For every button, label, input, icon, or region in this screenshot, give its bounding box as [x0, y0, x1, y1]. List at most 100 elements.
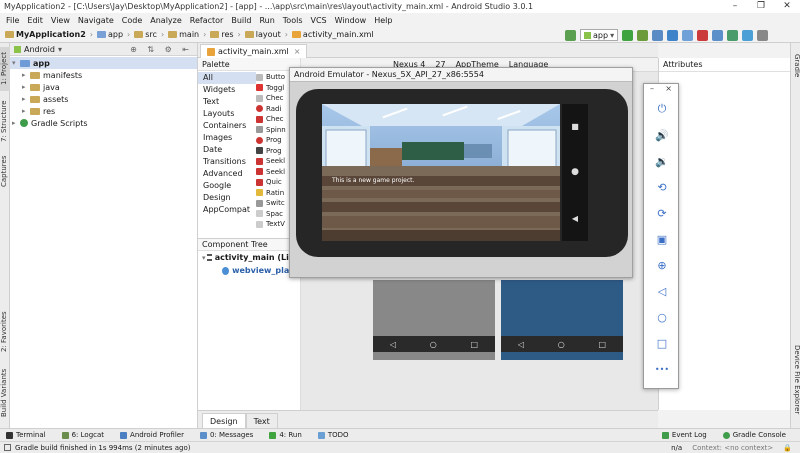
menu-tools[interactable]: Tools — [279, 16, 307, 25]
palette-category[interactable]: Google — [198, 180, 256, 192]
minimize-button[interactable]: – — [722, 0, 748, 13]
minimize-icon[interactable]: – — [650, 84, 654, 96]
home-icon[interactable]: ○ — [644, 304, 680, 330]
rotate-left-icon[interactable]: ⟲ — [644, 174, 680, 200]
palette-category[interactable]: Transitions — [198, 156, 256, 168]
breadcrumb-project[interactable]: MyApplication2 — [2, 30, 89, 39]
project-view-selector[interactable]: Android ▾ ⊕ ⇅ ⚙ ⇤ — [10, 43, 197, 56]
overview-icon[interactable]: ■ — [571, 122, 579, 131]
breadcrumb-layout[interactable]: layout — [242, 30, 284, 39]
menu-analyze[interactable]: Analyze — [146, 16, 186, 25]
run-config-select[interactable]: app ▾ — [580, 29, 619, 41]
menu-help[interactable]: Help — [370, 16, 396, 25]
run-tab[interactable]: 4: Run — [269, 431, 302, 439]
avd-manager-icon[interactable] — [727, 29, 739, 41]
debug-icon[interactable] — [637, 29, 649, 41]
menu-window[interactable]: Window — [331, 16, 371, 25]
tab-gradle[interactable]: Gradle — [791, 49, 800, 83]
palette-category[interactable]: Text — [198, 96, 256, 108]
palette-category[interactable]: Widgets — [198, 84, 256, 96]
palette-category[interactable]: Containers — [198, 120, 256, 132]
tab-build-variants[interactable]: Build Variants — [0, 365, 10, 421]
make-project-icon[interactable] — [565, 29, 576, 41]
tab-project[interactable]: 1: Project — [0, 47, 10, 91]
close-button[interactable]: ✕ — [774, 0, 800, 13]
tab-favorites[interactable]: 2: Favorites — [0, 309, 10, 355]
sdk-manager-icon[interactable] — [742, 29, 754, 41]
back-icon[interactable]: ◀ — [572, 214, 578, 223]
menu-navigate[interactable]: Navigate — [74, 16, 118, 25]
breadcrumb-src[interactable]: src — [131, 30, 160, 39]
menu-vcs[interactable]: VCS — [307, 16, 331, 25]
component-tree-webview[interactable]: webview_playg — [198, 264, 300, 277]
tab-captures[interactable]: Captures — [0, 153, 10, 189]
back-icon[interactable]: ◁ — [644, 278, 680, 304]
maximize-button[interactable]: ❐ — [748, 0, 774, 13]
terminal-tab[interactable]: Terminal — [6, 431, 46, 439]
menu-run[interactable]: Run — [255, 16, 278, 25]
more-icon[interactable]: ••• — [644, 356, 680, 382]
menu-edit[interactable]: Edit — [23, 16, 47, 25]
tab-structure[interactable]: 7: Structure — [0, 99, 10, 143]
chevron-right-icon: ▸ — [12, 119, 16, 127]
palette-category[interactable]: All — [198, 72, 256, 84]
sync-gradle-icon[interactable] — [712, 29, 724, 41]
palette-category[interactable]: Images — [198, 132, 256, 144]
close-icon[interactable]: × — [665, 84, 672, 96]
palette-category[interactable]: Design — [198, 192, 256, 204]
menu-code[interactable]: Code — [118, 16, 146, 25]
event-log-tab[interactable]: Event Log — [661, 431, 707, 439]
tab-device-file-explorer[interactable]: Device File Explorer — [791, 339, 800, 421]
palette-category[interactable]: AppCompat — [198, 204, 256, 216]
gradle-console-tab[interactable]: Gradle Console — [722, 431, 786, 439]
volume-down-icon[interactable]: 🔉 — [644, 148, 680, 174]
messages-tab[interactable]: 0: Messages — [199, 431, 253, 439]
emulator-window[interactable]: Android Emulator - Nexus_5X_API_27_x86:5… — [289, 67, 633, 278]
tab-text[interactable]: Text — [245, 413, 278, 428]
tab-design[interactable]: Design — [202, 413, 246, 428]
search-icon[interactable] — [757, 29, 769, 41]
menu-view[interactable]: View — [47, 16, 74, 25]
zoom-icon[interactable]: ⊕ — [644, 252, 680, 278]
logcat-tab[interactable]: 6: Logcat — [61, 431, 104, 439]
component-tree-root[interactable]: ▾ activity_main (Line — [198, 251, 300, 264]
run-icon[interactable] — [622, 29, 634, 41]
attach-debugger-icon[interactable] — [682, 29, 694, 41]
palette-category[interactable]: Layouts — [198, 108, 256, 120]
breadcrumb-file[interactable]: activity_main.xml — [289, 30, 377, 39]
profiler-tab[interactable]: Android Profiler — [120, 431, 184, 439]
editor-tab-activity-main[interactable]: activity_main.xml × — [200, 44, 308, 58]
overview-icon[interactable]: □ — [644, 330, 680, 356]
folder-icon — [30, 83, 40, 91]
apply-changes-icon[interactable] — [667, 29, 679, 41]
tree-item-gradle-scripts[interactable]: ▸ Gradle Scripts — [10, 117, 197, 129]
power-icon[interactable]: ⏻ — [644, 96, 680, 122]
tree-item-java[interactable]: ▸ java — [10, 81, 197, 93]
home-icon[interactable]: ● — [571, 167, 579, 177]
volume-up-icon[interactable]: 🔊 — [644, 122, 680, 148]
tree-item-app[interactable]: ▾ app — [10, 57, 197, 69]
menu-refactor[interactable]: Refactor — [186, 16, 228, 25]
menu-file[interactable]: File — [2, 16, 23, 25]
breadcrumb-app[interactable]: app — [94, 30, 126, 39]
right-tool-strip: Gradle Device File Explorer — [790, 43, 800, 428]
status-toggle-icon[interactable] — [4, 444, 11, 451]
menu-build[interactable]: Build — [227, 16, 255, 25]
profile-icon[interactable] — [652, 29, 664, 41]
rotate-right-icon[interactable]: ⟳ — [644, 200, 680, 226]
emulator-screen[interactable]: This is a new game project. — [322, 104, 560, 241]
breadcrumb-main[interactable]: main — [165, 30, 202, 39]
tree-item-res[interactable]: ▸ res — [10, 105, 197, 117]
close-tab-icon[interactable]: × — [294, 47, 301, 56]
panel-settings-icons[interactable]: ⊕ ⇅ ⚙ ⇤ — [130, 45, 193, 54]
tree-item-assets[interactable]: ▸ assets — [10, 93, 197, 105]
tree-item-manifests[interactable]: ▸ manifests — [10, 69, 197, 81]
todo-tab[interactable]: TODO — [317, 431, 349, 439]
seekbar-icon — [256, 157, 263, 165]
palette-category[interactable]: Date — [198, 144, 256, 156]
breadcrumb-res[interactable]: res — [207, 30, 236, 39]
profiler-icon — [120, 431, 128, 439]
palette-category[interactable]: Advanced — [198, 168, 256, 180]
camera-icon[interactable]: ▣ — [644, 226, 680, 252]
stop-icon[interactable] — [697, 29, 709, 41]
